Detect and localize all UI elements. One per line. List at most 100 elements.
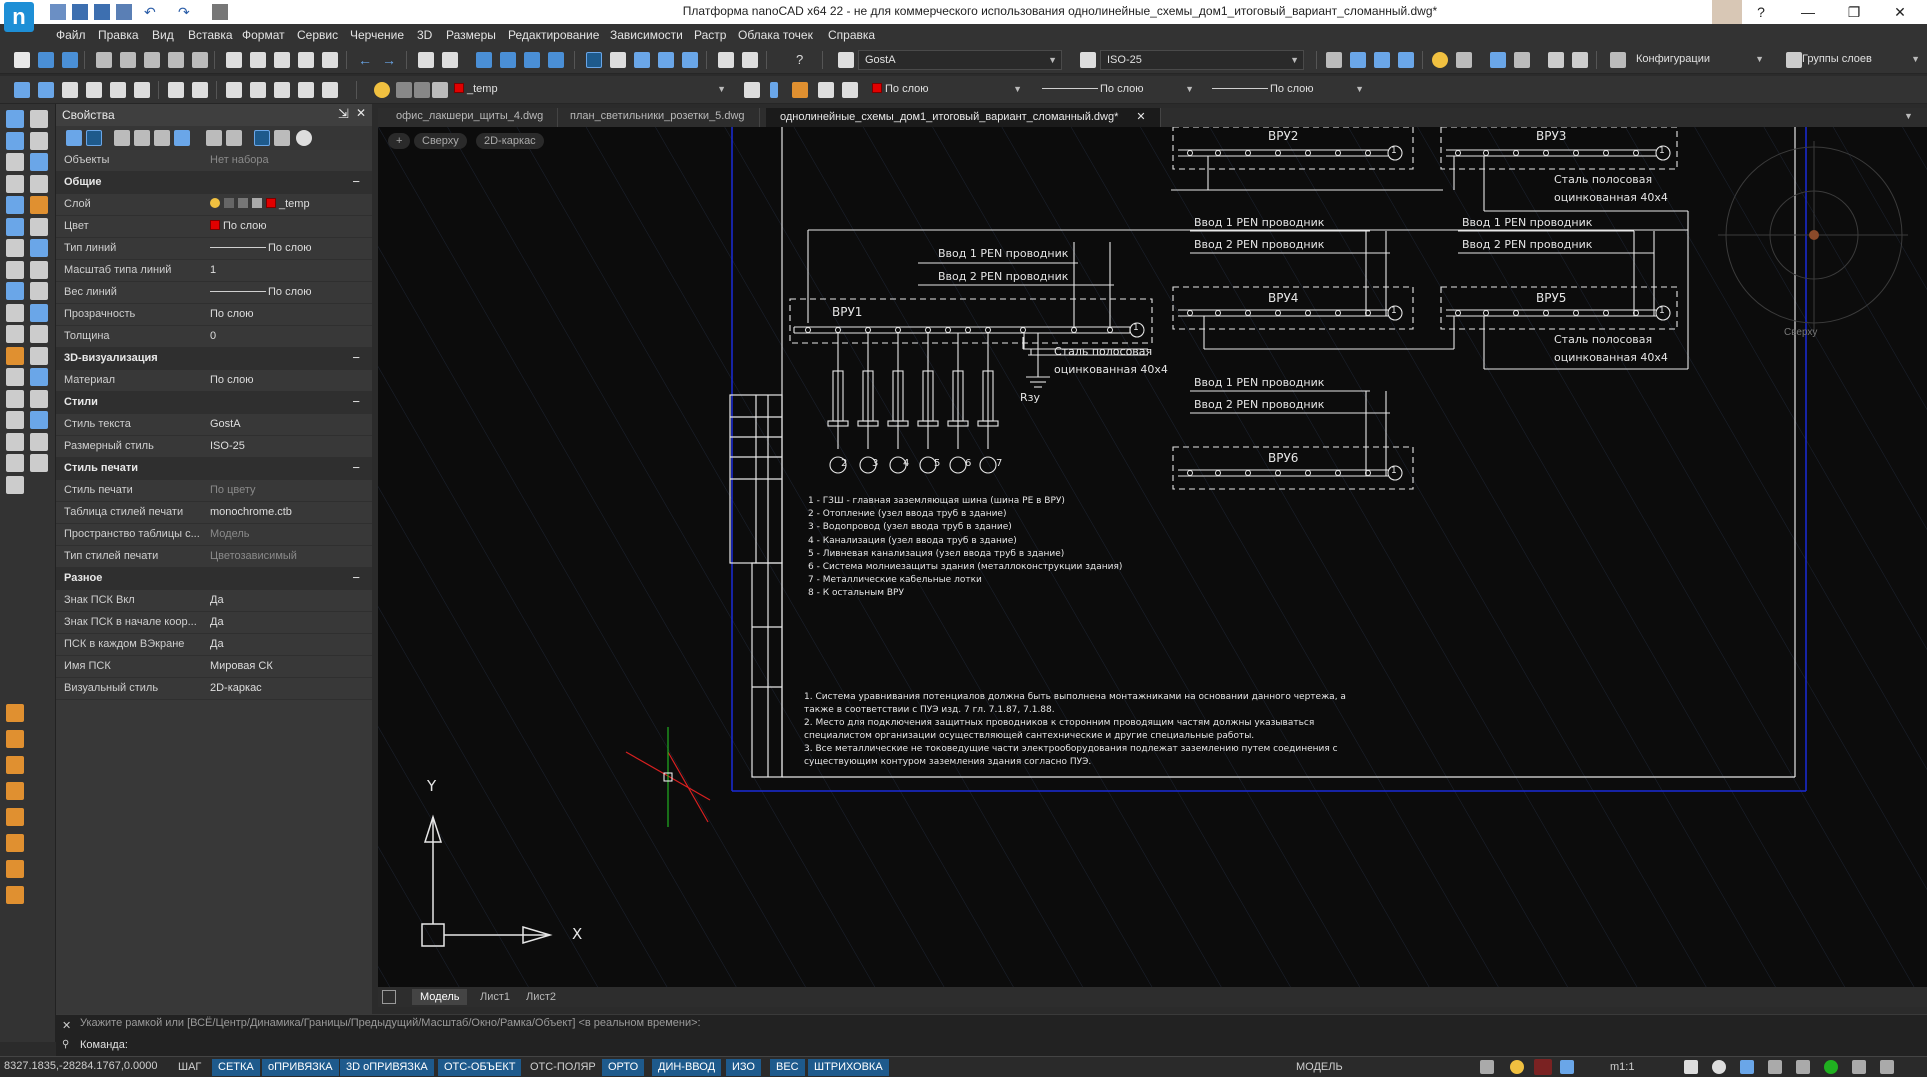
deselect-icon[interactable] [274, 130, 290, 146]
lock-icon[interactable] [1548, 52, 1564, 68]
sheet-set-icon[interactable] [658, 52, 674, 68]
toggle-pickadd-icon[interactable] [226, 130, 242, 146]
arc-icon[interactable] [6, 217, 24, 236]
menu-3d[interactable]: 3D [417, 28, 432, 42]
attribute-icon[interactable] [322, 82, 338, 98]
menu-dimensions[interactable]: Размеры [446, 28, 496, 42]
new-file-icon[interactable] [50, 4, 66, 20]
menu-modify[interactable]: Редактирование [508, 28, 599, 42]
layer-tool-d-icon[interactable] [6, 782, 24, 800]
rotate-icon[interactable] [192, 82, 208, 98]
cut-icon[interactable] [226, 52, 242, 68]
prop-value-material[interactable]: По слою [210, 374, 254, 386]
match-properties-icon[interactable] [322, 52, 338, 68]
polyline-icon[interactable] [6, 131, 24, 150]
close-tab-icon[interactable]: ✕ [1136, 111, 1145, 123]
revision-cloud-icon[interactable] [6, 260, 24, 279]
prop-value-plot-table-space[interactable]: Модель [210, 528, 249, 540]
move-icon[interactable] [30, 217, 48, 236]
menu-draw[interactable]: Черчение [350, 28, 404, 42]
ellipse-arc-icon[interactable] [6, 325, 24, 343]
trim-icon[interactable] [30, 303, 48, 322]
prop-row-plot-table[interactable]: Таблица стилей печати monochrome.ctb [56, 502, 372, 524]
help-icon[interactable] [296, 130, 312, 146]
section-general[interactable]: Общие − [56, 172, 372, 194]
break-icon[interactable] [30, 346, 48, 365]
help-icon[interactable]: ? [796, 52, 812, 68]
configurations-dropdown[interactable]: Конфигурации ▼ [1630, 50, 1768, 70]
spline-icon[interactable] [6, 282, 24, 300]
prop-row-ltscale[interactable]: Масштаб типа линий 1 [56, 260, 372, 282]
light-bulb-icon[interactable] [1432, 52, 1448, 68]
prop-row-lineweight[interactable]: Вес линий По слою [56, 282, 372, 304]
layer-properties-icon[interactable] [1326, 52, 1342, 68]
make-current-icon[interactable] [744, 82, 760, 98]
doc-tab-office[interactable]: офис_лакшери_щиты_4.dwg [382, 108, 559, 127]
status-osnap[interactable]: оПРИВЯЗКА [262, 1059, 339, 1076]
layer-freeze-icon[interactable] [1456, 52, 1472, 68]
prop-row-ucs-viewport[interactable]: ПСК в каждом ВЭкране Да [56, 634, 372, 656]
zoom-window-icon[interactable] [1740, 1060, 1754, 1074]
text-style-dropdown[interactable]: GostA ▼ [858, 50, 1062, 70]
prop-value-plot-table[interactable]: monochrome.ctb [210, 506, 292, 518]
erase-icon[interactable] [30, 110, 48, 128]
menu-format[interactable]: Формат [242, 28, 285, 42]
command-prompt[interactable]: Команда: [80, 1039, 128, 1051]
prop-value-thickness[interactable]: 0 [210, 330, 216, 342]
section-plot-style[interactable]: Стиль печати − [56, 458, 372, 480]
prop-value-linetype[interactable]: По слою [210, 242, 312, 254]
select-window-icon[interactable] [114, 130, 130, 146]
menu-edit[interactable]: Правка [98, 28, 139, 42]
layer-states-icon[interactable] [1374, 52, 1390, 68]
pan-icon[interactable] [1684, 1060, 1698, 1074]
undo-icon[interactable]: ← [358, 52, 374, 68]
snap-icon[interactable] [134, 82, 150, 98]
lineweight-dropdown[interactable]: По слою ▼ [1206, 80, 1368, 100]
prop-value-ucs-on[interactable]: Да [210, 594, 224, 606]
layout-tab-model[interactable]: Модель [412, 989, 468, 1005]
zoom-icon[interactable] [1712, 1060, 1726, 1074]
circle-icon[interactable] [6, 239, 24, 257]
design-center-icon[interactable] [610, 52, 626, 68]
record-icon[interactable] [1534, 1059, 1552, 1075]
cursor-coordinates[interactable]: 8327.1835,-28284.1767,0.0000 [4, 1060, 158, 1072]
insert-block-icon[interactable] [6, 346, 24, 365]
align-icon[interactable] [168, 82, 184, 98]
publish-icon[interactable] [168, 52, 184, 68]
prop-row-text-style[interactable]: Стиль текста GostA [56, 414, 372, 436]
stretch-icon[interactable] [30, 282, 48, 300]
layer-match-icon[interactable] [792, 82, 808, 98]
prop-row-plot-table-space[interactable]: Пространство таблицы с... Модель [56, 524, 372, 546]
paste-special-icon[interactable] [298, 52, 314, 68]
status-grid[interactable]: СЕТКА [212, 1059, 260, 1076]
prop-row-plot-style[interactable]: Стиль печати По цвету [56, 480, 372, 502]
prop-value-transparency[interactable]: По слою [210, 308, 254, 320]
zoom-realtime-icon[interactable] [442, 52, 458, 68]
layout-menu-icon[interactable] [382, 990, 396, 1004]
layer-tool-e-icon[interactable] [6, 808, 24, 826]
section-styles[interactable]: Стили − [56, 392, 372, 414]
prop-row-plot-style-type[interactable]: Тип стилей печати Цветозависимый [56, 546, 372, 568]
add-selection-icon[interactable] [66, 130, 82, 146]
point-icon[interactable] [6, 389, 24, 408]
redo-icon[interactable]: → [382, 52, 398, 68]
open-file-icon[interactable] [72, 4, 88, 20]
status-scale[interactable]: m1:1 [1604, 1059, 1640, 1076]
layout-tab-sheet1[interactable]: Лист1 [472, 989, 518, 1005]
status-ortho[interactable]: ОРТО [602, 1059, 645, 1076]
unlock-icon[interactable] [1572, 52, 1588, 68]
ellipse-icon[interactable] [6, 303, 24, 322]
hatch-icon[interactable] [6, 411, 24, 429]
snowflake-icon[interactable] [1490, 52, 1506, 68]
tool-palettes-icon[interactable] [634, 52, 650, 68]
close-button[interactable]: ✕ [1877, 0, 1923, 24]
polygon-icon[interactable] [6, 174, 24, 193]
print-preview-icon[interactable] [96, 52, 112, 68]
properties-toggle-icon[interactable] [586, 52, 602, 68]
measure-distance-icon[interactable] [718, 52, 734, 68]
prop-row-linetype[interactable]: Тип линий По слою [56, 238, 372, 260]
collapse-icon[interactable]: − [352, 570, 360, 585]
prop-value-ltscale[interactable]: 1 [210, 264, 216, 276]
thaw-icon[interactable] [1514, 52, 1530, 68]
status-lineweight[interactable]: ВЕС [770, 1059, 805, 1076]
